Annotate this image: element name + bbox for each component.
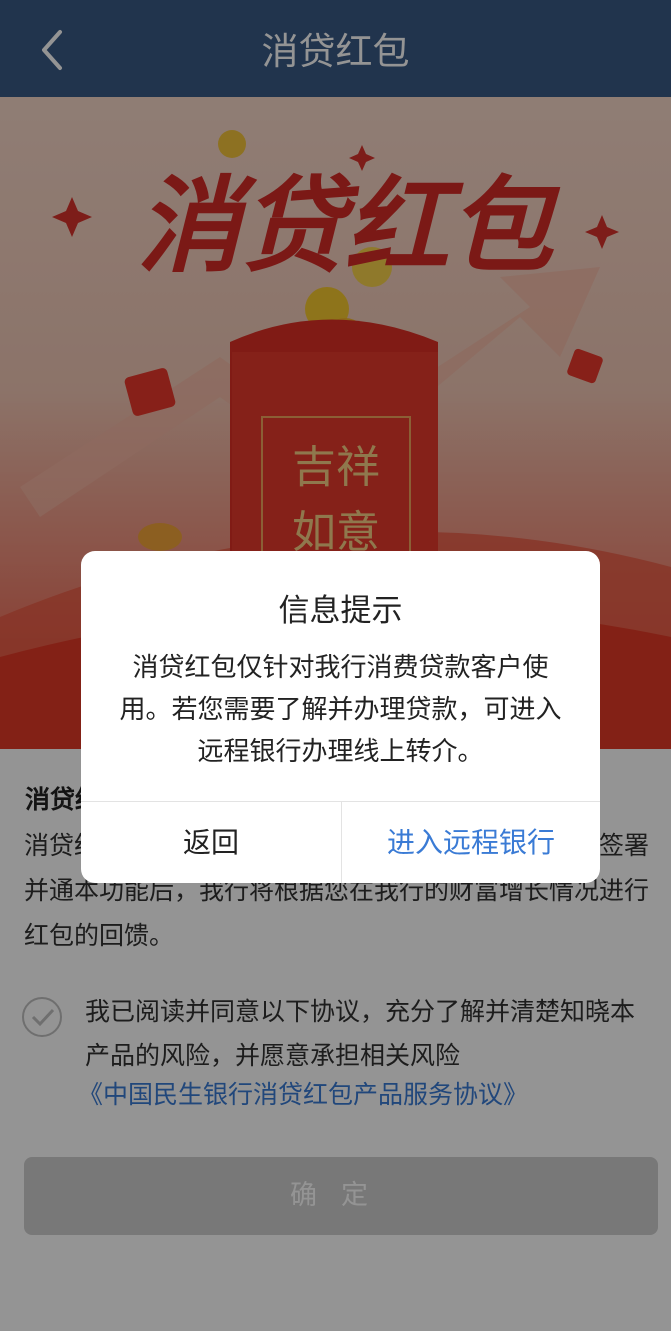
- remote-bank-button[interactable]: 进入远程银行: [342, 802, 600, 883]
- dialog-message: 消贷红包仅针对我行消费贷款客户使用。若您需要了解并办理贷款，可进入远程银行办理线…: [119, 653, 562, 767]
- dialog-title: 信息提示: [278, 593, 403, 629]
- info-dialog: 信息提示 消贷红包仅针对我行消费贷款客户使用。若您需要了解并办理贷款，可进入远程…: [81, 551, 600, 883]
- dialog-back-button[interactable]: 返回: [81, 802, 341, 883]
